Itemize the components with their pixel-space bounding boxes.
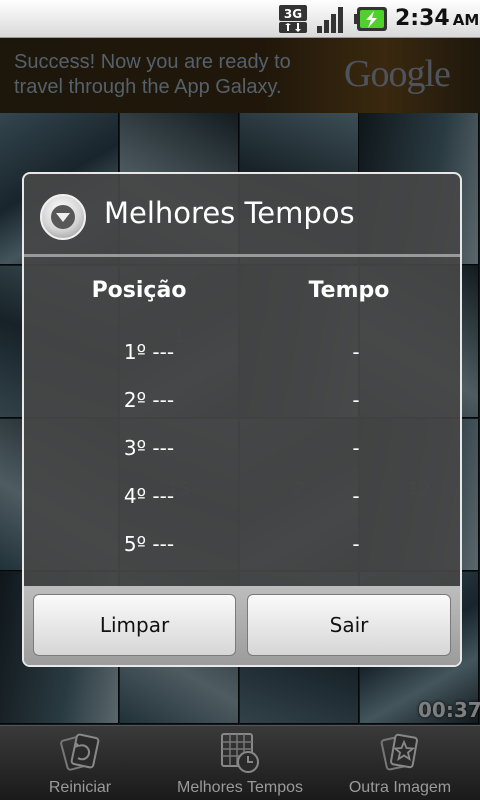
clock-time: 2:34 (395, 6, 450, 31)
menu-item-best-times[interactable]: Melhores Tempos (160, 726, 320, 800)
score-position: 2º --- (123, 388, 175, 412)
menu-label: Reiniciar (48, 779, 112, 796)
score-row: 1º --- - (24, 340, 460, 380)
3g-icon: 3G (279, 5, 307, 33)
score-time: - (352, 532, 360, 556)
score-row: 5º --- - (24, 532, 460, 572)
exit-button[interactable]: Sair (247, 594, 451, 656)
dropdown-arrow-icon (40, 194, 86, 240)
dialog-title: Melhores Tempos (104, 196, 355, 230)
options-menu: Reiniciar Melhores Tempos Outra Imagem (0, 725, 480, 800)
star-card-icon (380, 733, 418, 771)
calendar-clock-icon (221, 733, 259, 773)
dialog-divider (24, 254, 460, 257)
svg-text:3G: 3G (284, 7, 302, 21)
score-row: 2º --- - (24, 388, 460, 428)
restart-cards-icon (60, 733, 100, 771)
dialog-button-bar: Limpar Sair (24, 586, 460, 665)
score-row: 4º --- - (24, 484, 460, 524)
battery-charging-icon (354, 7, 387, 31)
score-position: 3º --- (123, 436, 175, 460)
score-row: 3º --- - (24, 436, 460, 476)
menu-item-other-image[interactable]: Outra Imagem (320, 726, 480, 800)
column-header-time: Tempo (308, 278, 390, 303)
menu-label: Melhores Tempos (177, 779, 303, 796)
score-time: - (352, 388, 360, 412)
menu-label: Outra Imagem (348, 779, 452, 796)
score-time: - (352, 484, 360, 508)
column-header-position: Posição (91, 278, 187, 303)
menu-item-restart[interactable]: Reiniciar (0, 726, 160, 800)
clear-button[interactable]: Limpar (33, 594, 236, 656)
clock-ampm: AM (452, 11, 480, 29)
clock: 2:34 AM (395, 6, 479, 31)
score-time: - (352, 340, 360, 364)
score-position: 1º --- (123, 340, 175, 364)
signal-icon (317, 7, 343, 33)
score-time: - (352, 436, 360, 460)
score-position: 5º --- (123, 532, 175, 556)
dialog-header: Melhores Tempos (24, 174, 460, 254)
best-times-dialog: Melhores Tempos Posição Tempo 1º --- - 2… (22, 172, 462, 667)
score-position: 4º --- (123, 484, 175, 508)
status-bar: 3G 2:34 AM (0, 0, 480, 38)
